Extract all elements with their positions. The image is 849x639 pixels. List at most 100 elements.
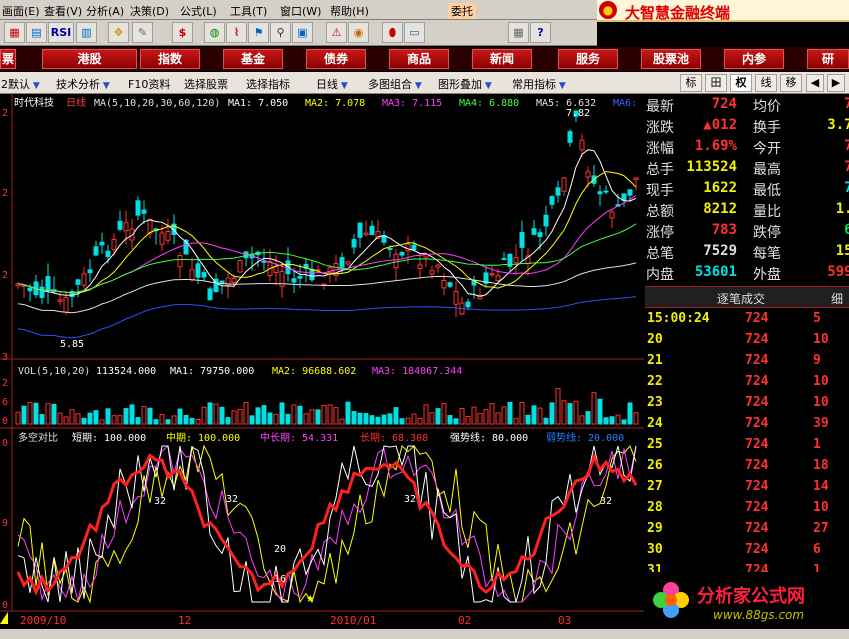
volume-bar: [345, 401, 351, 425]
move-icon[interactable]: ✥: [108, 22, 129, 43]
volume-bar: [453, 418, 459, 425]
trade-time: 21: [647, 353, 663, 368]
menu-item-view[interactable]: 查看(V): [44, 3, 82, 19]
vol-axis-label-2: 6: [2, 397, 8, 408]
nav-research[interactable]: 研: [807, 49, 849, 69]
trade-qty: 10: [813, 332, 829, 347]
ind-mark-4: 32: [600, 496, 612, 507]
scroll-right-icon[interactable]: ▶: [827, 74, 845, 92]
tab-line[interactable]: 线: [755, 74, 777, 92]
volume-bar: [531, 405, 537, 425]
ind-mark-5: 20: [274, 544, 286, 555]
quote-value: 783: [711, 222, 737, 238]
quote-value: 71: [844, 180, 849, 196]
tile-icon[interactable]: ▦: [508, 22, 529, 43]
menu-item-decision[interactable]: 决策(D): [130, 3, 169, 19]
tab-tech-analysis[interactable]: 技术分析 ▼: [56, 76, 110, 92]
dollar-icon[interactable]: $: [172, 22, 193, 43]
scroll-left-icon[interactable]: ◀: [806, 74, 824, 92]
trade-detail-link[interactable]: 细: [831, 290, 843, 307]
tab-rights[interactable]: 权: [730, 74, 752, 92]
nav-insider[interactable]: 内参: [724, 49, 784, 69]
chart-area[interactable]: 时代科技 日线 MA(5,10,20,30,60,120) MA1: 7.050…: [0, 94, 644, 630]
pill-icon[interactable]: ⬮: [382, 22, 403, 43]
chart-line-icon[interactable]: ⌇: [226, 22, 247, 43]
volume-bar: [609, 416, 615, 425]
flower-logo-icon: [653, 582, 689, 618]
nav-hk-stock[interactable]: 港股: [42, 49, 137, 69]
trade-row: 24 724 39: [645, 414, 849, 435]
nav-commodity[interactable]: 商品: [389, 49, 449, 69]
volume-bar: [285, 413, 291, 425]
chart-icon[interactable]: ▦: [4, 22, 25, 43]
volume-bar: [423, 404, 429, 425]
nav-news[interactable]: 新闻: [472, 49, 532, 69]
tab-mark[interactable]: 标: [680, 74, 702, 92]
ind-mark-2: 32: [226, 494, 238, 505]
binoculars-icon[interactable]: ⚲: [270, 22, 291, 43]
trade-button[interactable]: 委托: [448, 3, 476, 19]
menu-item-analysis[interactable]: 分析(A): [86, 3, 124, 19]
volume-bar: [273, 413, 279, 425]
toolbar: ▦ ▤ RSI ▥ ✥ ✎ $ ◍ ⌇ ⚑ ⚲ ▣ ⚠ ◉ ⬮ ▭ ▦ ?: [0, 20, 597, 46]
date-label-3: 2010/01: [330, 614, 376, 627]
quote-label: 外盘: [753, 267, 781, 283]
nav-stock-pool[interactable]: 股票池: [641, 49, 701, 69]
trade-time: 15:00:24: [647, 311, 710, 326]
volume-bar: [435, 408, 441, 425]
volume-bar: [357, 412, 363, 425]
brand-title: 大智慧金融终端: [625, 4, 731, 22]
grid-icon[interactable]: ▤: [26, 22, 47, 43]
doc-icon[interactable]: ▭: [404, 22, 425, 43]
menu-item-tools[interactable]: 工具(T): [230, 3, 267, 19]
quote-label: 换手: [753, 120, 781, 136]
nav-bond[interactable]: 债券: [306, 49, 366, 69]
nav-index[interactable]: 指数: [140, 49, 200, 69]
tab-common-indicator[interactable]: 常用指标 ▼: [512, 76, 566, 92]
ruler-icon[interactable]: ✎: [132, 22, 153, 43]
nav-service[interactable]: 服务: [558, 49, 618, 69]
quote-label: 最新: [646, 99, 674, 115]
help-cursor-icon[interactable]: ?: [530, 22, 551, 43]
trade-time: 23: [647, 395, 663, 410]
tab-daily[interactable]: 日线 ▼: [316, 76, 348, 92]
trade-price: 724: [745, 416, 769, 431]
tab-select-stock[interactable]: 选择股票: [184, 76, 228, 92]
menu-item-window[interactable]: 窗口(W): [280, 3, 321, 19]
trade-header: 逐笔成交: [717, 292, 766, 306]
tab-default[interactable]: 2默认 ▼: [1, 76, 40, 92]
menu-item-help[interactable]: 帮助(H): [330, 3, 369, 19]
alert-icon[interactable]: ⚠: [326, 22, 347, 43]
quote-label: 跌停: [753, 225, 781, 241]
nav-stock[interactable]: 票: [0, 49, 16, 69]
rsi-button[interactable]: RSI: [48, 22, 74, 43]
ind-mark-6: 16: [274, 574, 286, 585]
trade-price: 724: [745, 500, 769, 515]
volume-bar: [489, 403, 495, 425]
tab-move[interactable]: 移: [780, 74, 802, 92]
flag-icon[interactable]: ⚑: [248, 22, 269, 43]
volume-bar: [513, 417, 519, 425]
chart-canvas[interactable]: 时代科技 日线 MA(5,10,20,30,60,120) MA1: 7.050…: [0, 94, 644, 630]
volume-bar: [399, 418, 405, 425]
tab-grid[interactable]: 田: [705, 74, 727, 92]
coin-icon[interactable]: ◉: [348, 22, 369, 43]
table-icon[interactable]: ▥: [76, 22, 97, 43]
tab-overlay[interactable]: 图形叠加 ▼: [438, 76, 492, 92]
tab-multi-chart[interactable]: 多图组合 ▼: [368, 76, 422, 92]
status-bar: [0, 629, 849, 639]
tab-select-indicator[interactable]: 选择指标: [246, 76, 290, 92]
tab-bar: 2默认 ▼ 技术分析 ▼ F10资料 选择股票 选择指标 日线 ▼ 多图组合 ▼…: [0, 72, 849, 94]
menu-item-formula[interactable]: 公式(L): [180, 3, 217, 19]
trade-price: 724: [745, 458, 769, 473]
volume-bar: [213, 403, 219, 425]
nav-fund[interactable]: 基金: [223, 49, 283, 69]
trade-price: 724: [745, 521, 769, 536]
trade-price: 724: [745, 542, 769, 557]
menu-item-view-pane[interactable]: 画面(E): [2, 3, 40, 19]
circles-icon[interactable]: ◍: [204, 22, 225, 43]
tab-f10[interactable]: F10资料: [128, 76, 170, 92]
trade-time: 25: [647, 437, 663, 452]
screen-icon[interactable]: ▣: [292, 22, 313, 43]
volume-bar: [39, 414, 45, 425]
